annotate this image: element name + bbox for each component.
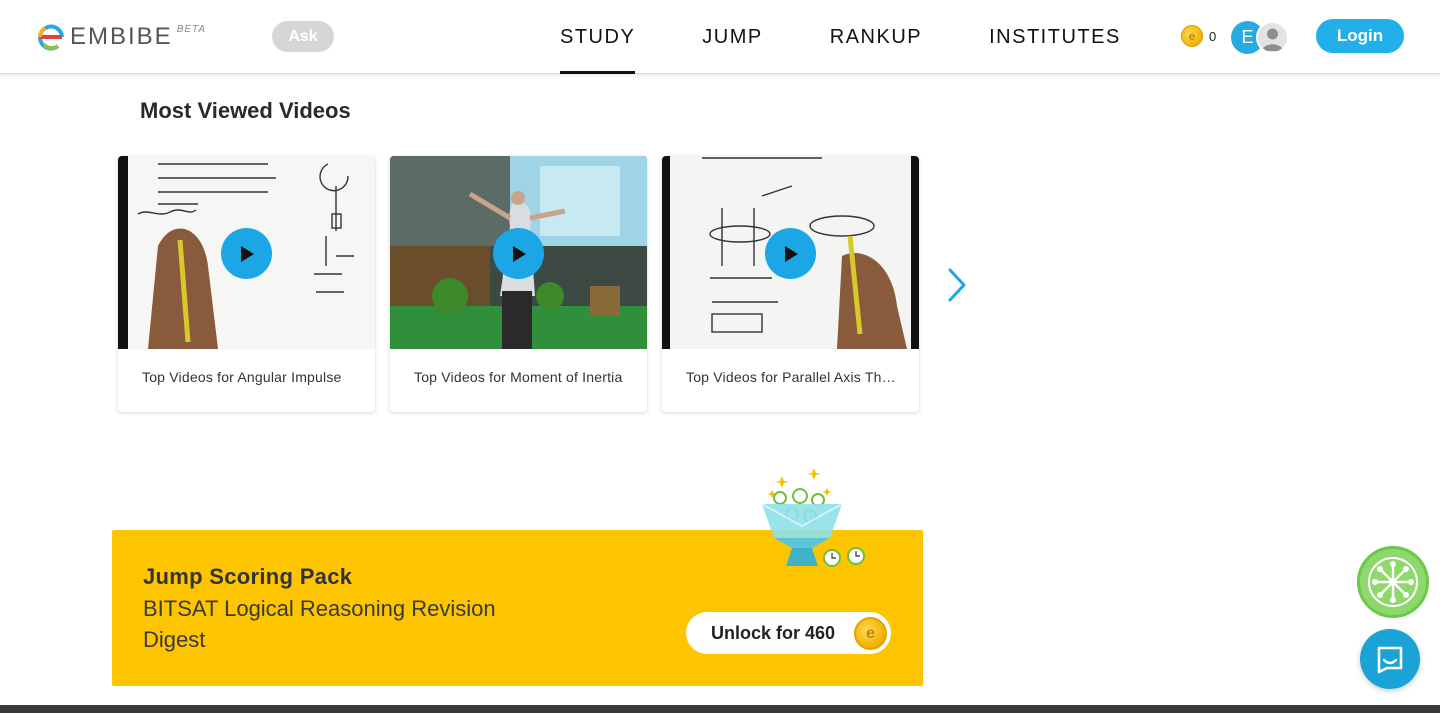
unlock-label: Unlock for 460 — [711, 622, 836, 643]
nav-institutes[interactable]: INSTITUTES — [989, 0, 1121, 74]
chevron-right-icon[interactable] — [944, 266, 970, 304]
nav-rankup[interactable]: RANKUP — [830, 0, 922, 74]
coin-icon: e — [854, 617, 887, 650]
play-button[interactable] — [765, 228, 816, 279]
unlock-button[interactable]: Unlock for 460 e — [686, 612, 891, 654]
video-title[interactable]: Top Videos for Angular Impulse — [142, 369, 354, 385]
widget-launcher-button[interactable] — [1357, 546, 1429, 618]
play-button[interactable] — [221, 228, 272, 279]
beta-badge: BETA — [176, 23, 207, 35]
ask-button[interactable]: Ask — [272, 21, 334, 52]
nav-study[interactable]: STUDY — [560, 0, 636, 74]
coin-count: 0 — [1209, 28, 1217, 44]
top-header: EMBIBE BETA Ask STUDY JUMP RANKUP INSTIT… — [0, 0, 1440, 74]
trophy-illustration-icon — [761, 468, 865, 567]
video-card[interactable]: Top Videos for Parallel Axis Theorem — [662, 156, 919, 412]
video-carousel: Top Videos for Angular Impulse Top Video… — [118, 156, 934, 412]
video-thumbnail[interactable] — [118, 156, 375, 349]
main-nav: STUDY JUMP RANKUP INSTITUTES — [560, 0, 1188, 74]
embibe-logo-icon — [38, 24, 64, 51]
chat-icon — [1377, 646, 1403, 674]
video-card[interactable]: Top Videos for Angular Impulse — [118, 156, 375, 412]
play-icon — [512, 245, 526, 262]
pack-subtitle: BITSAT Logical Reasoning Revision Digest — [143, 596, 496, 652]
login-button[interactable]: Login — [1316, 19, 1404, 53]
nav-jump[interactable]: JUMP — [702, 0, 762, 74]
coin-icon: e — [1181, 25, 1203, 47]
video-title[interactable]: Top Videos for Moment of Inertia — [414, 369, 626, 385]
video-thumbnail[interactable] — [662, 156, 919, 349]
user-avatar-icon[interactable] — [1256, 21, 1289, 54]
video-card[interactable]: Top Videos for Moment of Inertia — [390, 156, 647, 412]
play-icon — [784, 245, 798, 262]
section-title: Most Viewed Videos — [140, 98, 351, 123]
bottom-edge — [0, 705, 1440, 713]
flower-icon — [1368, 557, 1418, 607]
coin-balance[interactable]: e 0 — [1181, 25, 1216, 47]
pack-title: Jump Scoring Pack — [143, 564, 353, 589]
video-title[interactable]: Top Videos for Parallel Axis Theorem — [686, 369, 898, 385]
chat-launcher-button[interactable] — [1360, 629, 1420, 689]
play-icon — [240, 245, 254, 262]
video-thumbnail[interactable] — [390, 156, 647, 349]
embibe-logo[interactable]: EMBIBE BETA — [36, 22, 206, 52]
logo-text: EMBIBE — [70, 23, 173, 50]
play-button[interactable] — [493, 228, 544, 279]
user-silhouette-icon — [1258, 23, 1287, 52]
